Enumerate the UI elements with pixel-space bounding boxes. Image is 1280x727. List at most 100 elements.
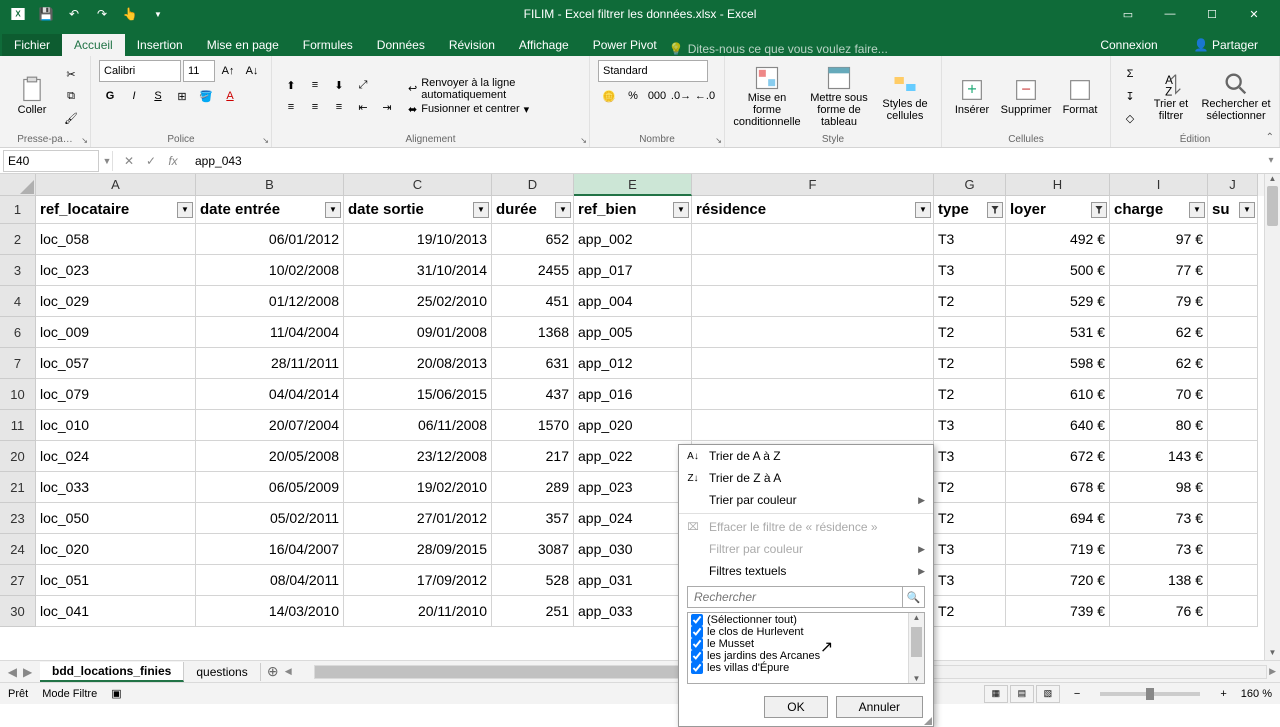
cell[interactable]: 672 € bbox=[1006, 441, 1110, 472]
cell[interactable]: app_020 bbox=[574, 410, 692, 441]
align-launcher-icon[interactable]: ↘ bbox=[580, 136, 587, 145]
cell[interactable]: app_004 bbox=[574, 286, 692, 317]
font-color-icon[interactable]: A bbox=[219, 86, 241, 106]
row-header-4[interactable]: 4 bbox=[0, 286, 36, 317]
row-header-3[interactable]: 3 bbox=[0, 255, 36, 286]
qat-customize-icon[interactable]: ▼ bbox=[146, 3, 170, 25]
row-header-2[interactable]: 2 bbox=[0, 224, 36, 255]
vertical-scrollbar[interactable]: ▲ ▼ bbox=[1264, 174, 1280, 660]
cell[interactable]: 720 € bbox=[1006, 565, 1110, 596]
orientation-icon[interactable]: ⤢ bbox=[352, 75, 374, 95]
cell[interactable]: 640 € bbox=[1006, 410, 1110, 441]
filter-check-item[interactable]: le clos de Hurlevent bbox=[691, 626, 905, 638]
cell[interactable]: T3 bbox=[934, 410, 1006, 441]
cell[interactable]: T3 bbox=[934, 224, 1006, 255]
cell[interactable]: loc_041 bbox=[36, 596, 196, 627]
ok-button[interactable]: OK bbox=[764, 696, 827, 718]
sheet-tab-bdd[interactable]: bdd_locations_finies bbox=[40, 662, 184, 682]
cell[interactable]: loc_057 bbox=[36, 348, 196, 379]
cell[interactable]: 23/12/2008 bbox=[344, 441, 492, 472]
col-header-B[interactable]: B bbox=[196, 174, 344, 196]
cell[interactable]: T2 bbox=[934, 379, 1006, 410]
clear-icon[interactable]: ◇ bbox=[1119, 108, 1141, 128]
wrap-text-button[interactable]: ↩ Renvoyer à la ligne automatiquement bbox=[408, 77, 581, 101]
maximize-icon[interactable]: ☐ bbox=[1192, 3, 1232, 25]
decrease-font-icon[interactable]: A↓ bbox=[241, 61, 263, 81]
header-cell-charge[interactable]: charge bbox=[1110, 196, 1208, 224]
filter-button-ref_bien[interactable] bbox=[673, 202, 689, 218]
cell[interactable]: 06/11/2008 bbox=[344, 410, 492, 441]
row-header-1[interactable]: 1 bbox=[0, 196, 36, 224]
scroll-up-icon[interactable]: ▲ bbox=[1265, 174, 1280, 186]
increase-font-icon[interactable]: A↑ bbox=[217, 61, 239, 81]
cell[interactable]: app_012 bbox=[574, 348, 692, 379]
number-format-select[interactable]: Standard bbox=[598, 60, 708, 82]
col-header-D[interactable]: D bbox=[492, 174, 574, 196]
cell[interactable]: loc_079 bbox=[36, 379, 196, 410]
header-cell-date-entrée[interactable]: date entrée bbox=[196, 196, 344, 224]
excel-icon[interactable]: X bbox=[6, 3, 30, 25]
format-painter-icon[interactable]: 🖌 bbox=[60, 108, 82, 128]
formula-input[interactable]: app_043 bbox=[189, 150, 1262, 172]
cell[interactable] bbox=[1208, 348, 1258, 379]
header-cell-ref_locataire[interactable]: ref_locataire bbox=[36, 196, 196, 224]
cell[interactable]: 16/04/2007 bbox=[196, 534, 344, 565]
filter-button-type[interactable] bbox=[987, 202, 1003, 218]
touch-icon[interactable]: 👆 bbox=[118, 3, 142, 25]
cond-format-button[interactable]: Mise en forme conditionnelle bbox=[733, 60, 801, 132]
currency-icon[interactable]: 🪙 bbox=[598, 86, 620, 106]
cell[interactable]: 610 € bbox=[1006, 379, 1110, 410]
cell[interactable]: 3087 bbox=[492, 534, 574, 565]
cell[interactable]: 251 bbox=[492, 596, 574, 627]
cell[interactable]: loc_023 bbox=[36, 255, 196, 286]
cell[interactable]: 06/05/2009 bbox=[196, 472, 344, 503]
save-icon[interactable]: 💾 bbox=[34, 3, 58, 25]
hscroll-left-icon[interactable]: ◀ bbox=[285, 666, 292, 677]
find-select-button[interactable]: Rechercher et sélectionner bbox=[1201, 60, 1271, 132]
insert-cells-button[interactable]: +Insérer bbox=[950, 60, 994, 132]
tab-insert[interactable]: Insertion bbox=[125, 34, 195, 56]
cell[interactable]: 98 € bbox=[1110, 472, 1208, 503]
sort-za-item[interactable]: Z↓Trier de Z à A bbox=[679, 467, 933, 489]
font-size-select[interactable]: 11 bbox=[183, 60, 215, 82]
row-header-24[interactable]: 24 bbox=[0, 534, 36, 565]
cell[interactable]: T2 bbox=[934, 348, 1006, 379]
align-right-icon[interactable]: ≡ bbox=[328, 97, 350, 117]
indent-dec-icon[interactable]: ⇤ bbox=[352, 97, 374, 117]
zoom-in-icon[interactable]: + bbox=[1220, 688, 1226, 700]
align-middle-icon[interactable]: ≡ bbox=[304, 75, 326, 95]
cell[interactable]: loc_033 bbox=[36, 472, 196, 503]
cell[interactable]: 01/12/2008 bbox=[196, 286, 344, 317]
cell[interactable]: 437 bbox=[492, 379, 574, 410]
cell[interactable] bbox=[1208, 255, 1258, 286]
sort-color-item[interactable]: Trier par couleur▶ bbox=[679, 489, 933, 511]
cell[interactable]: T3 bbox=[934, 534, 1006, 565]
cell[interactable]: 70 € bbox=[1110, 379, 1208, 410]
cell[interactable]: 500 € bbox=[1006, 255, 1110, 286]
cell[interactable]: loc_029 bbox=[36, 286, 196, 317]
enter-formula-icon[interactable]: ✓ bbox=[141, 151, 161, 171]
zoom-level[interactable]: 160 % bbox=[1241, 688, 1272, 700]
cell[interactable]: 1368 bbox=[492, 317, 574, 348]
inc-decimal-icon[interactable]: .0→ bbox=[670, 86, 692, 106]
cell[interactable] bbox=[1208, 441, 1258, 472]
cell[interactable]: 138 € bbox=[1110, 565, 1208, 596]
cell[interactable]: 598 € bbox=[1006, 348, 1110, 379]
cell[interactable]: loc_058 bbox=[36, 224, 196, 255]
cell[interactable] bbox=[692, 348, 934, 379]
sort-az-item[interactable]: A↓Trier de A à Z bbox=[679, 445, 933, 467]
cell[interactable]: 79 € bbox=[1110, 286, 1208, 317]
cell[interactable]: loc_024 bbox=[36, 441, 196, 472]
cell[interactable]: T3 bbox=[934, 441, 1006, 472]
sheet-nav-next-icon[interactable]: ▶ bbox=[23, 665, 32, 679]
cell[interactable]: app_024 bbox=[574, 503, 692, 534]
cell[interactable]: app_033 bbox=[574, 596, 692, 627]
cell[interactable]: 631 bbox=[492, 348, 574, 379]
cell[interactable]: 11/04/2004 bbox=[196, 317, 344, 348]
align-top-icon[interactable]: ⬆ bbox=[280, 75, 302, 95]
checklist-scroll-thumb[interactable] bbox=[911, 627, 922, 657]
row-header-27[interactable]: 27 bbox=[0, 565, 36, 596]
filter-search-input[interactable] bbox=[688, 587, 902, 607]
tab-view[interactable]: Affichage bbox=[507, 34, 581, 56]
row-header-7[interactable]: 7 bbox=[0, 348, 36, 379]
